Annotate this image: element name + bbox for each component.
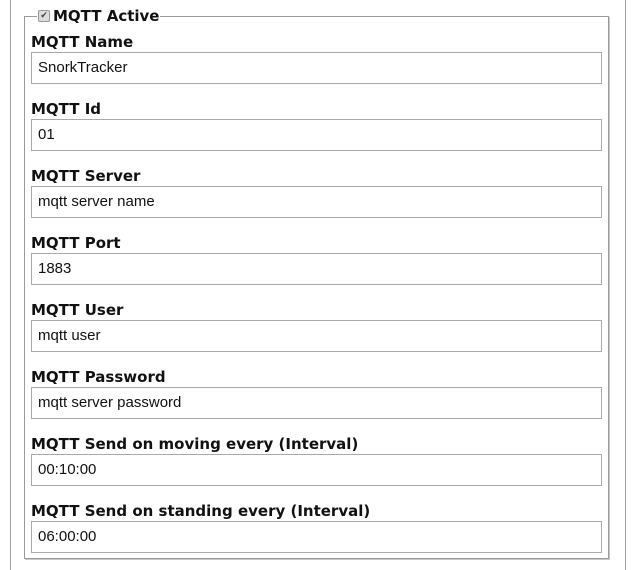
mqtt-send-moving-interval-label: MQTT Send on moving every (Interval) xyxy=(31,435,359,453)
field-row-name: MQTT Name SnorkTracker xyxy=(31,33,602,100)
mqtt-user-input[interactable]: mqtt user xyxy=(31,320,602,352)
field-row-user: MQTT User mqtt user xyxy=(31,301,602,368)
field-row-id: MQTT Id 01 xyxy=(31,100,602,167)
mqtt-send-standing-interval-input[interactable]: 06:00:00 xyxy=(31,521,602,553)
mqtt-name-label: MQTT Name xyxy=(31,33,134,51)
mqtt-id-value: 01 xyxy=(38,126,55,143)
mqtt-name-input[interactable]: SnorkTracker xyxy=(31,52,602,84)
mqtt-server-input[interactable]: mqtt server name xyxy=(31,186,602,218)
mqtt-server-value: mqtt server name xyxy=(38,193,155,210)
mqtt-server-label: MQTT Server xyxy=(31,167,141,185)
mqtt-port-value: 1883 xyxy=(38,260,72,277)
field-row-send-moving-interval: MQTT Send on moving every (Interval) 00:… xyxy=(31,435,602,502)
mqtt-send-standing-interval-value: 06:00:00 xyxy=(38,528,97,545)
mqtt-active-label: MQTT Active xyxy=(53,7,160,25)
mqtt-port-label: MQTT Port xyxy=(31,234,121,252)
mqtt-send-moving-interval-input[interactable]: 00:10:00 xyxy=(31,454,602,486)
mqtt-name-value: SnorkTracker xyxy=(38,59,128,76)
mqtt-send-standing-interval-label: MQTT Send on standing every (Interval) xyxy=(31,502,371,520)
field-row-send-standing-interval: MQTT Send on standing every (Interval) 0… xyxy=(31,502,602,569)
mqtt-active-legend: ✔ MQTT Active xyxy=(37,7,161,25)
mqtt-password-value: mqtt server password xyxy=(38,394,182,411)
mqtt-password-input[interactable]: mqtt server password xyxy=(31,387,602,419)
mqtt-id-label: MQTT Id xyxy=(31,100,102,118)
field-list: MQTT Name SnorkTracker MQTT Id 01 MQTT S… xyxy=(31,33,602,569)
mqtt-send-moving-interval-value: 00:10:00 xyxy=(38,461,97,478)
field-row-password: MQTT Password mqtt server password xyxy=(31,368,602,435)
mqtt-port-input[interactable]: 1883 xyxy=(31,253,602,285)
mqtt-settings-fieldset: ✔ MQTT Active MQTT Name SnorkTracker MQT… xyxy=(24,7,609,559)
field-row-server: MQTT Server mqtt server name xyxy=(31,167,602,234)
field-row-port: MQTT Port 1883 xyxy=(31,234,602,301)
mqtt-user-value: mqtt user xyxy=(38,327,101,344)
mqtt-active-checkbox[interactable]: ✔ xyxy=(38,10,50,22)
mqtt-id-input[interactable]: 01 xyxy=(31,119,602,151)
mqtt-password-label: MQTT Password xyxy=(31,368,166,386)
mqtt-user-label: MQTT User xyxy=(31,301,124,319)
